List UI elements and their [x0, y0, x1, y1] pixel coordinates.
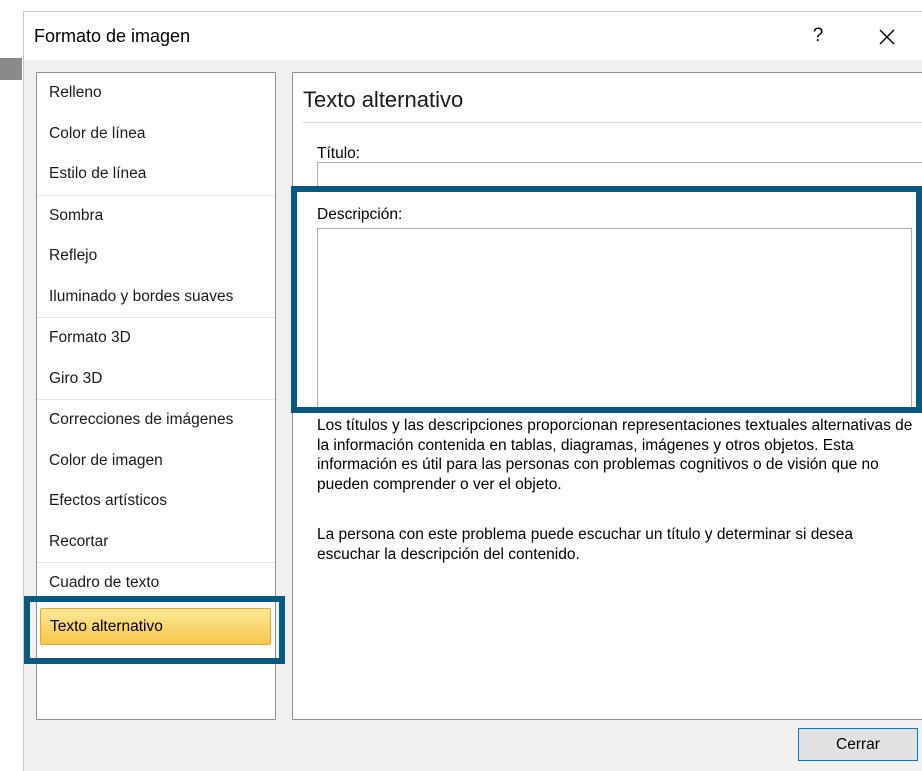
nav-item-estilo-de-linea[interactable]: Estilo de línea — [37, 154, 275, 195]
nav-item-correcciones-de-imagenes[interactable]: Correcciones de imágenes — [37, 400, 275, 441]
title-bar: Formato de imagen ? — [24, 12, 922, 60]
description-highlight — [291, 186, 922, 413]
nav-item-color-de-imagen[interactable]: Color de imagen — [37, 441, 275, 482]
dialog-title: Formato de imagen — [34, 26, 191, 46]
background-page — [0, 0, 23, 771]
nav-item-formato-3d[interactable]: Formato 3D — [37, 318, 275, 359]
nav-group: Correcciones de imágenes Color de imagen E… — [37, 400, 275, 563]
nav-group: Relleno Color de línea Estilo de línea — [37, 73, 275, 196]
help-button[interactable]: ? — [804, 22, 832, 50]
nav-group: Formato 3D Giro 3D — [37, 318, 275, 400]
nav-item-sombra[interactable]: Sombra — [37, 196, 275, 237]
title-label: Título: — [317, 145, 361, 162]
close-button[interactable]: Cerrar — [798, 728, 918, 761]
background-edge — [0, 58, 22, 80]
nav-item-giro-3d[interactable]: Giro 3D — [37, 359, 275, 400]
nav-item-color-de-linea[interactable]: Color de línea — [37, 114, 275, 155]
nav-item-relleno[interactable]: Relleno — [37, 73, 275, 114]
section-heading: Texto alternativo — [303, 87, 464, 112]
nav-item-iluminado-y-bordes-suaves[interactable]: Iluminado y bordes suaves — [37, 277, 275, 318]
help-text-paragraph-1: Los títulos y las descripciones proporci… — [317, 417, 913, 493]
heading-divider — [303, 122, 922, 123]
nav-group: Sombra Reflejo Iluminado y bordes suaves — [37, 196, 275, 318]
close-icon[interactable] — [872, 22, 902, 52]
nav-item-reflejo[interactable]: Reflejo — [37, 236, 275, 277]
nav-item-recortar[interactable]: Recortar — [37, 522, 275, 563]
nav-item-efectos-artisticos[interactable]: Efectos artísticos — [37, 481, 275, 522]
alt-text-nav-highlight — [24, 596, 285, 664]
help-text-paragraph-2: La persona con este problema puede escuc… — [317, 526, 853, 563]
